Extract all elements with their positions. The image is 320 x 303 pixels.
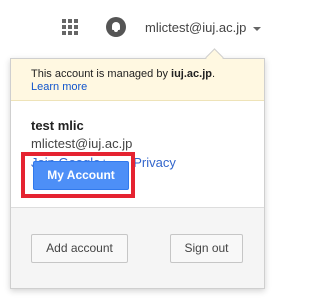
user-name: test mlic [31,118,84,133]
managed-notice-suffix: . [212,68,216,80]
privacy-link[interactable]: Privacy [133,155,176,170]
sign-out-button[interactable]: Sign out [170,234,243,263]
managed-notice-prefix: This account is managed by [31,68,172,80]
user-email: mlictest@iuj.ac.jp [31,136,133,151]
bell-icon[interactable] [106,17,126,37]
account-dropdown-panel: This account is managed by iuj.ac.jp. Le… [10,58,265,289]
account-email-label: mlictest@iuj.ac.jp [145,20,247,35]
apps-grid-icon[interactable] [62,19,78,35]
add-account-button[interactable]: Add account [31,234,128,263]
learn-more-link[interactable]: Learn more [31,81,87,93]
chevron-down-icon [253,26,262,31]
panel-footer: Add account Sign out [11,207,264,288]
managed-domain: iuj.ac.jp [171,68,212,80]
highlight-annotation-box [21,152,135,198]
account-switcher[interactable]: mlictest@iuj.ac.jp [145,19,262,37]
managed-account-notice: This account is managed by iuj.ac.jp. Le… [11,59,264,101]
top-bar: mlictest@iuj.ac.jp [0,0,291,58]
